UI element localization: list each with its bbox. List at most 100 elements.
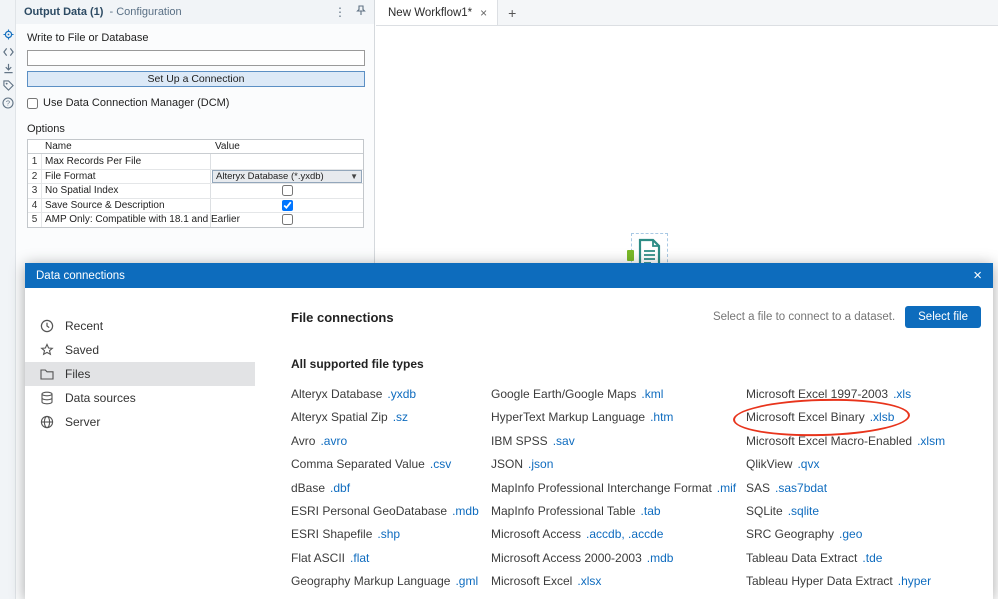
tab-new-workflow1[interactable]: New Workflow1* × xyxy=(376,0,499,25)
file-type[interactable]: QlikView .qvx xyxy=(746,453,981,476)
file-type-extension: .xlsb xyxy=(869,410,895,425)
kebab-menu-icon[interactable]: ⋮ xyxy=(334,6,346,18)
file-type[interactable]: SRC Geography .geo xyxy=(746,523,981,546)
file-type[interactable]: dBase .dbf xyxy=(291,477,491,500)
file-type[interactable]: Microsoft Excel 1997-2003 .xls xyxy=(746,383,981,406)
file-type-extension: .flat xyxy=(350,550,370,565)
option-checkbox[interactable] xyxy=(281,214,293,226)
file-type[interactable]: Microsoft Access 2000-2003 .mdb xyxy=(491,547,746,570)
file-type[interactable]: Microsoft Access .accdb, .accde xyxy=(491,523,746,546)
file-type[interactable]: Tableau Data Extract .tde xyxy=(746,547,981,570)
new-tab-button[interactable]: + xyxy=(498,0,526,25)
file-type[interactable]: ESRI Shapefile .shp xyxy=(291,523,491,546)
sidebar-item-data-sources[interactable]: Data sources xyxy=(25,386,255,410)
file-type[interactable]: HyperText Markup Language .htm xyxy=(491,406,746,429)
select-file-button[interactable]: Select file xyxy=(905,306,981,328)
option-value xyxy=(210,154,363,169)
file-type-name: Google Earth/Google Maps xyxy=(491,387,637,401)
tab-label: New Workflow1* xyxy=(388,6,473,19)
file-type[interactable]: Microsoft Excel .xlsx xyxy=(491,570,746,593)
close-icon[interactable]: × xyxy=(973,268,982,283)
file-type-extension: .yxdb xyxy=(387,387,417,401)
file-type[interactable]: Alteryx Database .yxdb xyxy=(291,383,491,406)
file-type[interactable]: Comma Separated Value .csv xyxy=(291,453,491,476)
file-type[interactable]: ESRI Personal GeoDatabase .mdb xyxy=(291,500,491,523)
sidebar-item-saved[interactable]: Saved xyxy=(25,338,255,362)
file-type-name: QlikView xyxy=(746,457,793,472)
file-type-text: Alteryx Database .yxdb xyxy=(291,383,416,406)
file-type-text: IBM SPSS .sav xyxy=(491,430,575,453)
code-icon[interactable] xyxy=(0,43,16,60)
file-type-extension: .accdb, .accde xyxy=(586,527,664,542)
options-label: Options xyxy=(27,123,65,135)
help-icon[interactable]: ? xyxy=(0,94,16,111)
dcm-checkbox-row: Use Data Connection Manager (DCM) xyxy=(27,97,365,109)
clock-icon xyxy=(40,319,54,333)
option-value xyxy=(210,213,363,227)
option-checkbox[interactable] xyxy=(281,185,293,197)
file-type[interactable]: Microsoft Excel Binary .xlsb xyxy=(732,397,981,440)
file-type[interactable]: Avro .avro xyxy=(291,430,491,453)
file-type-text: Microsoft Excel Binary .xlsb xyxy=(732,397,911,440)
file-type-name: SAS xyxy=(746,480,771,495)
pin-icon[interactable] xyxy=(356,5,366,19)
file-type[interactable]: MapInfo Professional Interchange Format.… xyxy=(491,477,746,500)
file-type-extension: .sqlite xyxy=(787,503,820,518)
sidebar-item-server[interactable]: Server xyxy=(25,410,255,434)
file-type[interactable]: IBM SPSS .sav xyxy=(491,430,746,453)
file-type[interactable]: JSON .json xyxy=(491,453,746,476)
modal-body: Recent Saved Files Data sources Server F… xyxy=(25,288,993,599)
option-name: Save Source & Description xyxy=(45,199,165,211)
download-icon[interactable] xyxy=(0,60,16,77)
file-type[interactable]: MapInfo Professional Table .tab xyxy=(491,500,746,523)
file-type-name: Microsoft Excel 1997-2003 xyxy=(746,387,889,401)
header-row-number xyxy=(28,140,42,153)
tag-icon[interactable] xyxy=(0,77,16,94)
file-type[interactable]: Geography Markup Language .gml xyxy=(291,570,491,593)
file-type[interactable]: Flat ASCII .flat xyxy=(291,547,491,570)
options-row: 1 Max Records Per File xyxy=(28,154,363,169)
header-value: Value xyxy=(215,141,240,152)
file-type[interactable]: Alteryx Spatial Zip .sz xyxy=(291,406,491,429)
file-type-text: ESRI Shapefile .shp xyxy=(291,523,400,546)
file-type-text: HyperText Markup Language .htm xyxy=(491,406,673,429)
sidebar-item-files[interactable]: Files xyxy=(25,362,255,386)
file-type-name: Microsoft Access xyxy=(491,527,582,542)
file-type[interactable]: Tableau Hyper Data Extract .hyper xyxy=(746,570,981,593)
file-type[interactable]: Microsoft Excel Macro-Enabled .xlsm xyxy=(746,430,981,453)
file-type[interactable]: SQLite .sqlite xyxy=(746,500,981,523)
file-type-name: SRC Geography xyxy=(746,527,835,542)
tab-close-icon[interactable]: × xyxy=(480,6,487,20)
file-type-text: Microsoft Excel .xlsx xyxy=(491,570,601,593)
file-type-name: Microsoft Excel xyxy=(491,574,573,589)
gear-icon[interactable] xyxy=(0,26,16,43)
setup-connection-button[interactable]: Set Up a Connection xyxy=(27,71,365,87)
file-type-extension: .xlsm xyxy=(917,433,946,448)
file-type[interactable]: SAS .sas7bdat xyxy=(746,477,981,500)
file-type-text: dBase .dbf xyxy=(291,477,350,500)
options-row: 3 No Spatial Index xyxy=(28,183,363,198)
file-type-extension: .geo xyxy=(839,527,863,542)
database-icon xyxy=(40,391,54,405)
left-icon-strip: ? xyxy=(0,0,16,599)
globe-icon xyxy=(40,415,54,429)
file-type-name: ESRI Shapefile xyxy=(291,527,373,542)
tool-input-anchor[interactable] xyxy=(627,250,634,261)
file-type-text: JSON .json xyxy=(491,453,553,476)
option-value xyxy=(210,198,363,212)
file-type-extension: .kml xyxy=(641,387,664,401)
file-format-select[interactable]: Alteryx Database (*.yxdb) ▼ xyxy=(212,169,362,183)
file-type-text: Alteryx Spatial Zip .sz xyxy=(291,406,408,429)
file-type-extension: .mdb xyxy=(452,503,479,518)
header-name: Name xyxy=(45,141,72,152)
connection-input[interactable] xyxy=(27,50,365,66)
row-number: 3 xyxy=(28,184,42,198)
dcm-checkbox[interactable] xyxy=(27,97,38,109)
modal-header: Data connections × xyxy=(25,263,993,288)
sidebar-item-recent[interactable]: Recent xyxy=(25,314,255,338)
option-checkbox[interactable] xyxy=(281,199,293,211)
file-type[interactable]: Google Earth/Google Maps .kml xyxy=(491,383,746,406)
file-type-name: IBM SPSS xyxy=(491,433,548,448)
file-type-text: MapInfo Professional Table .tab xyxy=(491,500,661,523)
file-type-extension: .mdb xyxy=(646,550,674,565)
